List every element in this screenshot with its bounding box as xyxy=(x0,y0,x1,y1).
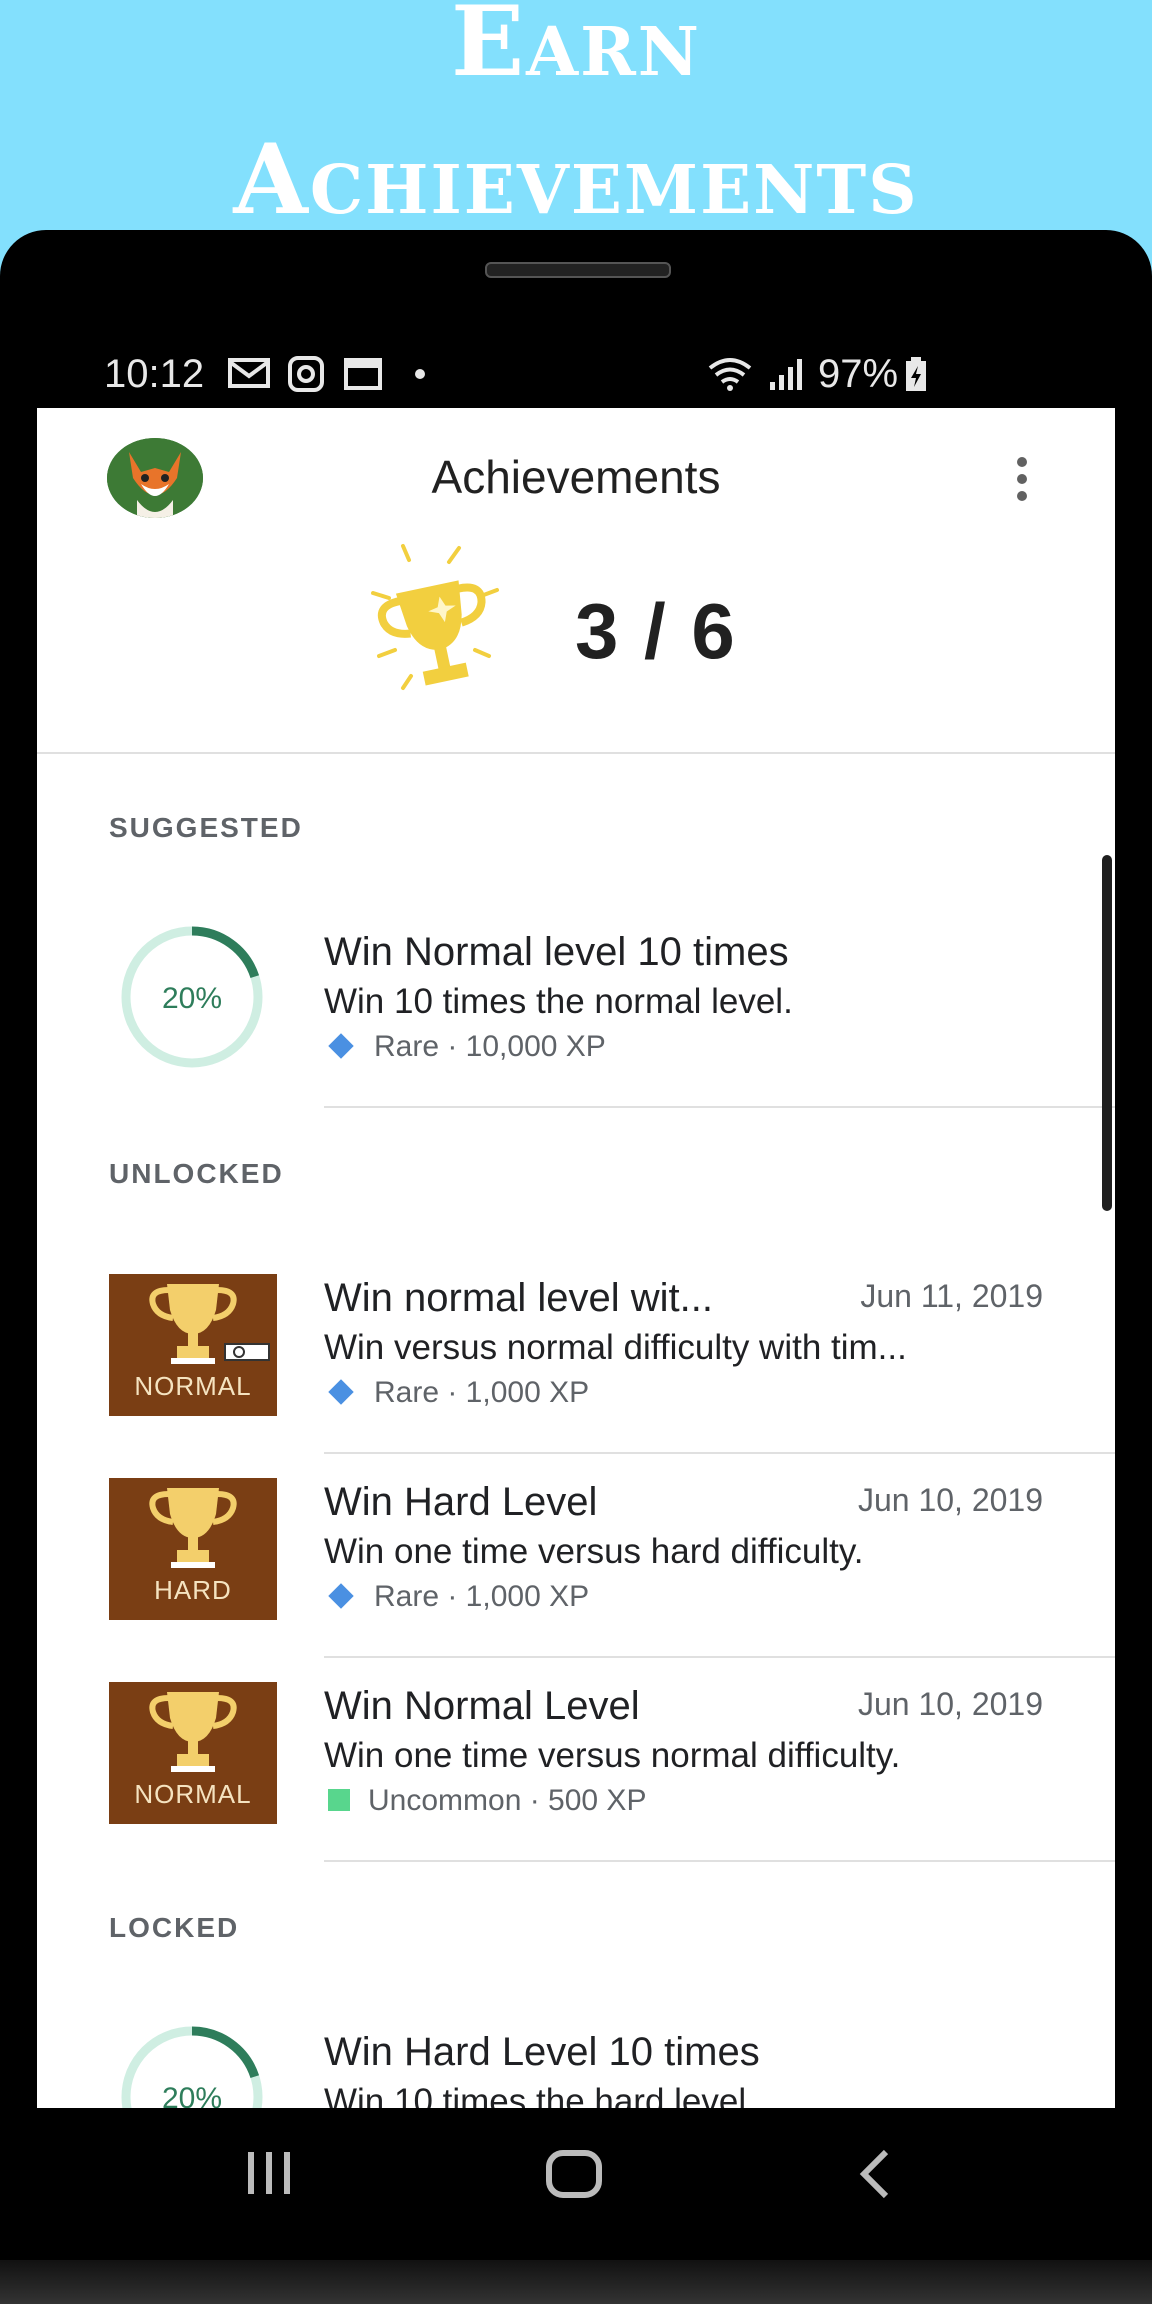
achievement-row-unlocked-2[interactable]: HARD Win Hard Level Jun 10, 2019 Win one… xyxy=(37,1452,1115,1658)
achievement-row-locked-1[interactable]: 20% Win Hard Level 10 times Win 10 times… xyxy=(37,2002,1115,2108)
badge-label: NORMAL xyxy=(134,1371,252,1401)
rare-diamond-icon xyxy=(328,1033,354,1059)
achievement-description: Win one time versus normal difficulty. xyxy=(324,1736,901,1775)
badge-label: NORMAL xyxy=(134,1779,252,1809)
progress-ring: 20% xyxy=(121,2026,263,2108)
system-nav-bar xyxy=(0,2106,1152,2260)
instagram-icon xyxy=(288,356,324,392)
progress-ring: 20% xyxy=(121,926,263,1068)
section-header-unlocked: UNLOCKED xyxy=(109,1158,284,1189)
divider xyxy=(324,1860,1115,1862)
achievement-name: Win Hard Level 10 times xyxy=(324,2030,760,2074)
achievement-rarity: Rare · 1,000 XP xyxy=(324,1580,589,1614)
page-title: Achievements xyxy=(431,451,721,503)
battery-charging-icon xyxy=(906,357,926,391)
more-options-icon[interactable] xyxy=(1007,454,1037,504)
progress-label: 20% xyxy=(162,2082,222,2108)
badge-label: HARD xyxy=(154,1575,232,1605)
unlock-date: Jun 10, 2019 xyxy=(857,1482,1043,1518)
achievement-rarity: Rare · 1,000 XP xyxy=(324,1376,589,1410)
achievement-name: Win Hard Level xyxy=(324,1480,598,1524)
section-header-suggested: SUGGESTED xyxy=(109,812,303,843)
achievement-rarity: Rare · 10,000 XP xyxy=(324,1030,606,1064)
rare-diamond-icon xyxy=(328,1583,354,1609)
achievement-description: Win 10 times the normal level. xyxy=(324,982,793,1021)
progress-label: 20% xyxy=(162,982,222,1015)
divider xyxy=(324,1106,1115,1108)
uncommon-square-icon xyxy=(328,1789,350,1812)
section-header-locked: LOCKED xyxy=(109,1912,240,1943)
calendar-icon xyxy=(344,358,382,390)
unlock-date: Jun 10, 2019 xyxy=(857,1686,1043,1722)
achievement-row-suggested[interactable]: 20% Win Normal level 10 times Win 10 tim… xyxy=(37,902,1115,1108)
promo-banner: Earn Achievements xyxy=(0,0,1152,240)
earpiece-speaker xyxy=(485,262,671,278)
achievement-name: Win Normal level 10 times xyxy=(324,930,789,974)
achievement-description: Win versus normal difficulty with tim... xyxy=(324,1328,907,1367)
scrollbar[interactable] xyxy=(1102,855,1112,1211)
rarity-text: Uncommon · 500 XP xyxy=(368,1784,647,1817)
mail-icon xyxy=(228,358,270,388)
rarity-text: Rare · 10,000 XP xyxy=(374,1030,606,1063)
back-icon[interactable] xyxy=(856,2146,896,2202)
home-icon[interactable] xyxy=(544,2146,604,2202)
achievement-description: Win one time versus hard difficulty. xyxy=(324,1532,864,1571)
app-screen: Achievements 3 / 6 SUGGESTED 20% Win Nor… xyxy=(37,408,1115,2108)
unlock-date: Jun 11, 2019 xyxy=(860,1278,1043,1314)
signal-icon xyxy=(770,359,802,390)
status-time: 10:12 xyxy=(104,352,205,396)
achievement-name: Win normal level wit... xyxy=(324,1276,713,1320)
dot-icon xyxy=(415,369,425,379)
rarity-text: Rare · 1,000 XP xyxy=(374,1580,590,1613)
achievement-badge: HARD xyxy=(109,1478,277,1620)
recent-apps-icon[interactable] xyxy=(244,2146,296,2202)
achievement-row-unlocked-3[interactable]: NORMAL Win Normal Level Jun 10, 2019 Win… xyxy=(37,1656,1115,1862)
achievement-count: 3 / 6 xyxy=(575,587,737,675)
trophy-icon xyxy=(371,544,499,690)
battery-percent: 97% xyxy=(818,352,899,396)
achievement-row-unlocked-1[interactable]: NORMAL Win normal level wit... Jun 11, 2… xyxy=(37,1248,1115,1454)
achievement-badge: NORMAL xyxy=(109,1682,277,1824)
achievement-description: Win 10 times the hard level. xyxy=(324,2082,756,2108)
app-bar: Achievements 3 / 6 xyxy=(37,408,1115,754)
achievement-name: Win Normal Level xyxy=(324,1684,640,1728)
rare-diamond-icon xyxy=(328,1379,354,1405)
rarity-text: Rare · 1,000 XP xyxy=(374,1376,590,1409)
banner-line-1: Earn xyxy=(450,0,702,98)
achievement-badge: NORMAL xyxy=(109,1274,277,1416)
achievement-rarity: Uncommon · 500 XP xyxy=(324,1784,646,1818)
banner-line-2: Achievements xyxy=(233,123,919,236)
status-bar: 10:12 97% xyxy=(0,340,1152,410)
wifi-icon xyxy=(708,358,752,391)
